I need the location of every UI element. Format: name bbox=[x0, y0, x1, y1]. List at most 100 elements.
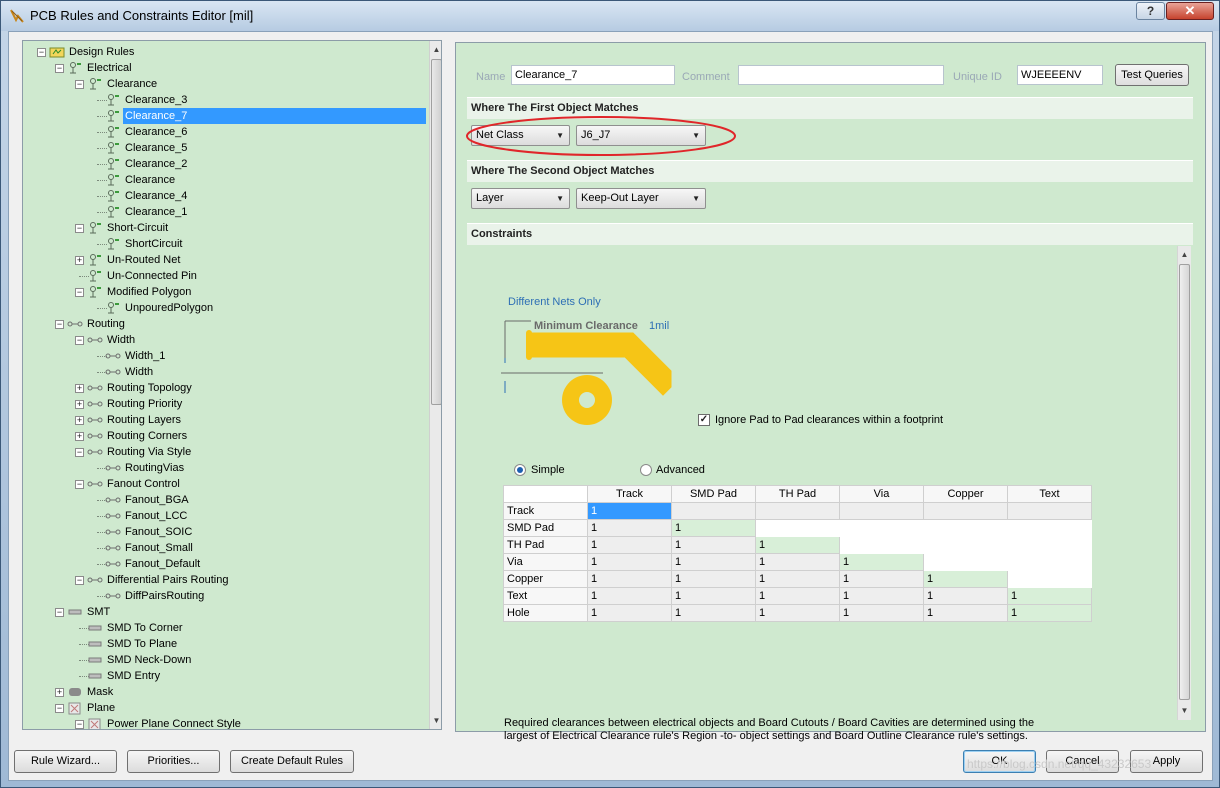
tree-rule-item[interactable]: Fanout_Small bbox=[23, 540, 427, 556]
tree-item-label[interactable]: Un-Connected Pin bbox=[105, 268, 199, 284]
scroll-up-icon[interactable]: ▲ bbox=[1178, 248, 1191, 261]
second-match-value-select[interactable]: Keep-Out Layer ▼ bbox=[576, 188, 706, 209]
constraints-scrollbar[interactable]: ▲ ▼ bbox=[1177, 246, 1191, 720]
priorities-button[interactable]: Priorities... bbox=[127, 750, 220, 773]
tree-folder-item[interactable]: + Mask bbox=[23, 684, 427, 700]
tree-rule-item[interactable]: SMD To Corner bbox=[23, 620, 427, 636]
collapse-icon[interactable]: − bbox=[75, 720, 84, 729]
tree-item-label[interactable]: Routing Priority bbox=[105, 396, 184, 412]
tree-rule-item[interactable]: Clearance bbox=[23, 172, 427, 188]
tree-folder-item[interactable]: + Routing Topology bbox=[23, 380, 427, 396]
tree-item-label[interactable]: Plane bbox=[85, 700, 117, 716]
tree-folder-item[interactable]: − Width bbox=[23, 332, 427, 348]
matrix-cell[interactable]: 1 bbox=[671, 536, 756, 554]
matrix-cell[interactable]: 1 bbox=[923, 604, 1008, 622]
help-button[interactable]: ? bbox=[1136, 2, 1165, 20]
tree-item-label[interactable]: SMD Neck-Down bbox=[105, 652, 193, 668]
tree-rule-item[interactable]: Fanout_SOIC bbox=[23, 524, 427, 540]
tree-folder-item[interactable]: − Modified Polygon bbox=[23, 284, 427, 300]
matrix-cell[interactable]: 1 bbox=[587, 587, 672, 605]
tree-rule-item[interactable]: Clearance_4 bbox=[23, 188, 427, 204]
tree-item-label[interactable]: Width bbox=[105, 332, 137, 348]
tree-folder-item[interactable]: − Power Plane Connect Style bbox=[23, 716, 427, 729]
matrix-cell[interactable]: 1 bbox=[587, 553, 672, 571]
tree-item-label[interactable]: Clearance_1 bbox=[123, 204, 189, 220]
tree-item-label[interactable]: Differential Pairs Routing bbox=[105, 572, 230, 588]
tree-scroll-thumb[interactable] bbox=[431, 59, 441, 405]
unique-id-field[interactable]: WJEEEENV bbox=[1017, 65, 1103, 85]
matrix-cell[interactable]: 1 bbox=[671, 553, 756, 571]
tree-folder-item[interactable]: + Routing Layers bbox=[23, 412, 427, 428]
tree-item-label[interactable]: Short-Circuit bbox=[105, 220, 170, 236]
tree-item-label[interactable]: Mask bbox=[85, 684, 115, 700]
rule-wizard-button[interactable]: Rule Wizard... bbox=[14, 750, 117, 773]
second-match-type-select[interactable]: Layer ▼ bbox=[471, 188, 570, 209]
tree-item-label[interactable]: Routing Layers bbox=[105, 412, 183, 428]
tree-item-label[interactable]: ShortCircuit bbox=[123, 236, 184, 252]
tree-folder-item[interactable]: − Clearance bbox=[23, 76, 427, 92]
tree-item-label[interactable]: Clearance_6 bbox=[123, 124, 189, 140]
tree-folder-item[interactable]: + Un-Routed Net bbox=[23, 252, 427, 268]
tree-item-label[interactable]: Un-Routed Net bbox=[105, 252, 182, 268]
tree-scrollbar[interactable]: ▲ ▼ bbox=[429, 41, 441, 729]
tree-item-label[interactable]: Power Plane Connect Style bbox=[105, 716, 243, 729]
tree-rule-item[interactable]: Fanout_LCC bbox=[23, 508, 427, 524]
tree-item-label[interactable]: Clearance_3 bbox=[123, 92, 189, 108]
tree-folder-item[interactable]: − Design Rules bbox=[23, 44, 427, 60]
collapse-icon[interactable]: − bbox=[75, 480, 84, 489]
tree-item-label[interactable]: Routing bbox=[85, 316, 127, 332]
tree-item-label[interactable]: SMT bbox=[85, 604, 112, 620]
tree-folder-item[interactable]: − Routing Via Style bbox=[23, 444, 427, 460]
tree-rule-item[interactable]: RoutingVias bbox=[23, 460, 427, 476]
collapse-icon[interactable]: − bbox=[75, 576, 84, 585]
rules-tree[interactable]: − Design Rules − Electrical − Clearance Cleara… bbox=[22, 40, 442, 730]
ignore-pad-checkbox[interactable]: ✓ bbox=[698, 414, 710, 426]
tree-rule-item[interactable]: Clearance_2 bbox=[23, 156, 427, 172]
tree-item-label[interactable]: RoutingVias bbox=[123, 460, 186, 476]
test-queries-button[interactable]: Test Queries bbox=[1115, 64, 1189, 86]
matrix-cell[interactable]: 1 bbox=[755, 570, 840, 588]
tree-rule-item[interactable]: Width bbox=[23, 364, 427, 380]
tree-rule-item[interactable]: Clearance_6 bbox=[23, 124, 427, 140]
title-bar[interactable]: PCB Rules and Constraints Editor [mil] ?… bbox=[1, 1, 1219, 31]
matrix-cell[interactable]: 1 bbox=[755, 604, 840, 622]
tree-item-label[interactable]: Fanout_SOIC bbox=[123, 524, 194, 540]
matrix-cell[interactable]: 1 bbox=[671, 519, 756, 537]
tree-rule-item[interactable]: Clearance_5 bbox=[23, 140, 427, 156]
tree-item-label[interactable]: Clearance bbox=[105, 76, 159, 92]
tree-rule-item[interactable]: SMD Neck-Down bbox=[23, 652, 427, 668]
scroll-down-icon[interactable]: ▼ bbox=[1178, 704, 1191, 717]
tree-item-label[interactable]: Width bbox=[123, 364, 155, 380]
matrix-cell[interactable]: 1 bbox=[1007, 604, 1092, 622]
expand-icon[interactable]: + bbox=[75, 432, 84, 441]
tree-item-label[interactable]: Clearance_4 bbox=[123, 188, 189, 204]
collapse-icon[interactable]: − bbox=[75, 80, 84, 89]
close-button[interactable]: ✕ bbox=[1166, 2, 1214, 20]
tree-folder-item[interactable]: − Electrical bbox=[23, 60, 427, 76]
matrix-cell[interactable]: 1 bbox=[1007, 587, 1092, 605]
tree-item-label[interactable]: Routing Topology bbox=[105, 380, 194, 396]
tree-item-label[interactable]: SMD Entry bbox=[105, 668, 162, 684]
matrix-cell[interactable]: 1 bbox=[839, 604, 924, 622]
tree-item-label[interactable]: Design Rules bbox=[67, 44, 136, 60]
tree-item-label[interactable]: Clearance_7 bbox=[123, 108, 426, 124]
tree-item-label[interactable]: Routing Corners bbox=[105, 428, 189, 444]
clearance-matrix[interactable]: Track SMD Pad TH Pad Via Copper Text Track 1 SM… bbox=[503, 485, 1092, 622]
expand-icon[interactable]: + bbox=[75, 384, 84, 393]
tree-folder-item[interactable]: − Differential Pairs Routing bbox=[23, 572, 427, 588]
tree-folder-item[interactable]: − SMT bbox=[23, 604, 427, 620]
tree-item-label[interactable]: Electrical bbox=[85, 60, 134, 76]
matrix-cell[interactable]: 1 bbox=[839, 553, 924, 571]
tree-rule-item[interactable]: Clearance_3 bbox=[23, 92, 427, 108]
scroll-down-icon[interactable]: ▼ bbox=[430, 714, 441, 727]
collapse-icon[interactable]: − bbox=[55, 320, 64, 329]
collapse-icon[interactable]: − bbox=[55, 704, 64, 713]
tree-rule-item[interactable]: Un-Connected Pin bbox=[23, 268, 427, 284]
expand-icon[interactable]: + bbox=[75, 400, 84, 409]
tree-folder-item[interactable]: − Routing bbox=[23, 316, 427, 332]
advanced-radio[interactable] bbox=[640, 464, 652, 476]
matrix-cell[interactable]: 1 bbox=[755, 587, 840, 605]
matrix-cell[interactable]: 1 bbox=[923, 587, 1008, 605]
tree-rule-item[interactable]: Clearance_7 bbox=[23, 108, 427, 124]
tree-folder-item[interactable]: − Plane bbox=[23, 700, 427, 716]
